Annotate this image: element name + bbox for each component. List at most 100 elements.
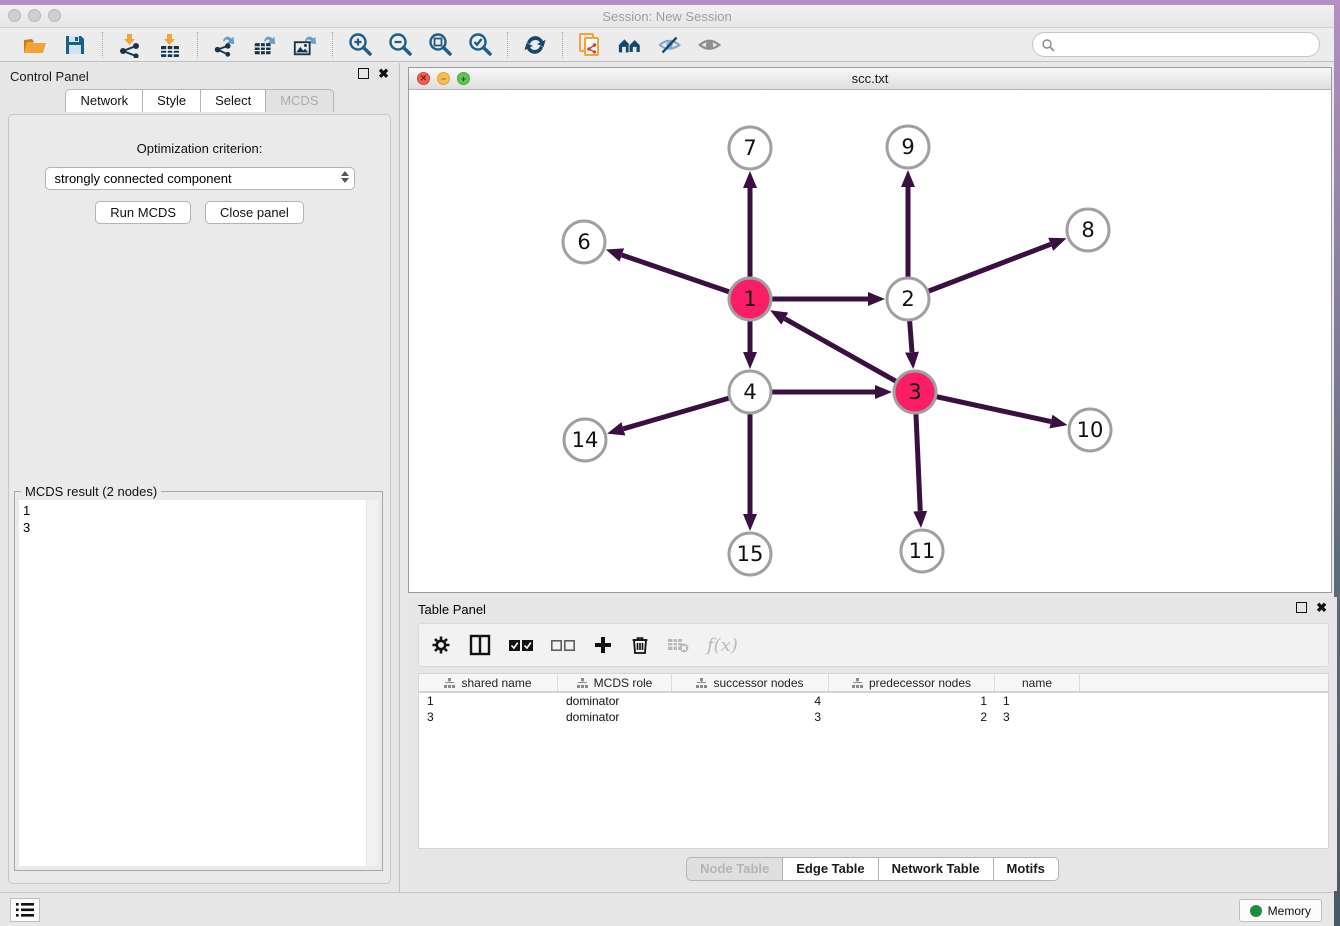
close-panel-button[interactable]: Close panel: [205, 201, 304, 224]
cell-predecessor-nodes[interactable]: 2: [829, 709, 995, 725]
table-panel: Table Panel ✖: [408, 597, 1337, 891]
column-header-name[interactable]: name: [995, 674, 1080, 691]
network-graph[interactable]: 7968124314101511: [409, 90, 1331, 592]
zoom-fit-selected-icon[interactable]: [467, 32, 493, 58]
search-input[interactable]: [1059, 35, 1319, 55]
tab-node-table[interactable]: Node Table: [686, 857, 782, 881]
close-table-panel-icon[interactable]: ✖: [1316, 602, 1327, 613]
mcds-result-group: MCDS result (2 nodes) 1 3: [14, 491, 383, 871]
column-header-successor-nodes[interactable]: successor nodes: [672, 674, 829, 691]
tab-network-table[interactable]: Network Table: [878, 857, 993, 881]
apply-layout-icon[interactable]: [522, 32, 548, 58]
network-maximize-icon[interactable]: +: [457, 72, 470, 85]
zoom-in-icon[interactable]: [347, 32, 373, 58]
delete-column-icon[interactable]: [631, 635, 649, 655]
task-history-button[interactable]: [10, 898, 40, 922]
network-close-icon[interactable]: ✕: [417, 72, 430, 85]
save-session-icon[interactable]: [62, 32, 88, 58]
table-toolbar: f(x): [418, 623, 1329, 667]
cell-name[interactable]: 3: [995, 709, 1080, 725]
network-overview-icon[interactable]: [617, 32, 643, 58]
list-icon: [16, 903, 34, 917]
cell-name[interactable]: 1: [995, 693, 1080, 709]
hide-selected-icon[interactable]: [657, 32, 683, 58]
tab-network[interactable]: Network: [65, 89, 142, 112]
table-row[interactable]: 1 dominator 4 1 1: [419, 693, 1328, 709]
window-close-icon[interactable]: [8, 9, 21, 22]
export-image-icon[interactable]: [292, 32, 318, 58]
tab-motifs[interactable]: Motifs: [993, 857, 1059, 881]
graph-node-label-15: 15: [737, 542, 764, 566]
zoom-fit-content-icon[interactable]: [427, 32, 453, 58]
node-table: shared name MCDS role successor nodes pr…: [418, 673, 1329, 849]
network-window-titlebar[interactable]: ✕ − + scc.txt: [409, 68, 1331, 90]
network-minimize-icon[interactable]: −: [437, 72, 450, 85]
table-row[interactable]: 3 dominator 3 2 3: [419, 709, 1328, 725]
cell-successor-nodes[interactable]: 4: [672, 693, 829, 709]
node-table-header: shared name MCDS role successor nodes pr…: [419, 674, 1328, 693]
graph-node-label-1: 1: [743, 287, 756, 311]
memory-button[interactable]: Memory: [1239, 899, 1322, 922]
status-bar: Memory: [0, 892, 1334, 926]
network-view-window: ✕ − + scc.txt 7968124314101511: [408, 67, 1332, 593]
show-all-icon[interactable]: [697, 32, 723, 58]
float-table-panel-icon[interactable]: [1296, 602, 1307, 613]
graph-node-label-2: 2: [901, 287, 914, 311]
cell-mcds-role[interactable]: dominator: [558, 693, 672, 709]
mcds-panel-body: Optimization criterion: strongly connect…: [8, 114, 391, 884]
cell-shared-name[interactable]: 3: [419, 709, 558, 725]
column-header-shared-name[interactable]: shared name: [419, 674, 558, 691]
window-zoom-icon[interactable]: [48, 9, 61, 22]
search-icon: [1041, 38, 1055, 52]
show-columns-icon[interactable]: [469, 634, 491, 656]
optimization-criterion-select[interactable]: strongly connected component: [45, 167, 355, 190]
table-panel-title: Table Panel: [418, 602, 486, 617]
select-all-columns-icon[interactable]: [509, 639, 533, 652]
table-settings-icon[interactable]: [431, 635, 451, 655]
export-table-icon[interactable]: [252, 32, 278, 58]
network-window-title: scc.txt: [409, 68, 1331, 89]
function-builder-icon-disabled: f(x): [707, 635, 738, 656]
float-panel-icon[interactable]: [358, 68, 369, 79]
graph-node-label-11: 11: [909, 539, 936, 563]
mcds-result-text[interactable]: 1 3: [19, 500, 366, 866]
window-minimize-icon[interactable]: [28, 9, 41, 22]
open-session-icon[interactable]: [22, 32, 48, 58]
selected-criterion: strongly connected component: [55, 171, 232, 186]
graph-node-label-14: 14: [572, 428, 599, 452]
tab-edge-table[interactable]: Edge Table: [782, 857, 877, 881]
search-field[interactable]: [1032, 32, 1320, 57]
zoom-out-icon[interactable]: [387, 32, 413, 58]
column-header-predecessor-nodes[interactable]: predecessor nodes: [829, 674, 995, 691]
cell-mcds-role[interactable]: dominator: [558, 709, 672, 725]
application-window: Session: New Session: [0, 5, 1334, 926]
cell-shared-name[interactable]: 1: [419, 693, 558, 709]
result-scrollbar[interactable]: [366, 500, 378, 866]
import-table-icon[interactable]: [157, 32, 183, 58]
graph-node-label-8: 8: [1081, 218, 1094, 242]
graph-edge-2-8[interactable]: [908, 244, 1051, 299]
create-column-icon[interactable]: [593, 635, 613, 655]
memory-status-icon: [1250, 905, 1262, 917]
delete-table-icon-disabled: [667, 637, 689, 653]
graph-node-label-3: 3: [908, 380, 921, 404]
control-panel-title: Control Panel: [10, 69, 89, 84]
window-title: Session: New Session: [0, 5, 1334, 28]
tab-select[interactable]: Select: [200, 89, 265, 112]
tab-mcds[interactable]: MCDS: [265, 89, 333, 112]
control-panel: Control Panel ✖ Network Style Select MCD…: [0, 63, 400, 892]
run-mcds-button[interactable]: Run MCDS: [95, 201, 191, 224]
cell-successor-nodes[interactable]: 3: [672, 709, 829, 725]
close-panel-icon[interactable]: ✖: [378, 68, 389, 79]
graph-node-label-6: 6: [577, 230, 590, 254]
tab-style[interactable]: Style: [142, 89, 200, 112]
network-canvas[interactable]: 7968124314101511: [409, 90, 1331, 592]
column-header-mcds-role[interactable]: MCDS role: [558, 674, 672, 691]
import-network-icon[interactable]: [117, 32, 143, 58]
deselect-all-columns-icon[interactable]: [551, 639, 575, 652]
clone-network-icon[interactable]: [577, 32, 603, 58]
cell-predecessor-nodes[interactable]: 1: [829, 693, 995, 709]
main-toolbar: [0, 28, 1334, 62]
control-panel-tabs: Network Style Select MCDS: [0, 89, 399, 112]
export-network-icon[interactable]: [212, 32, 238, 58]
